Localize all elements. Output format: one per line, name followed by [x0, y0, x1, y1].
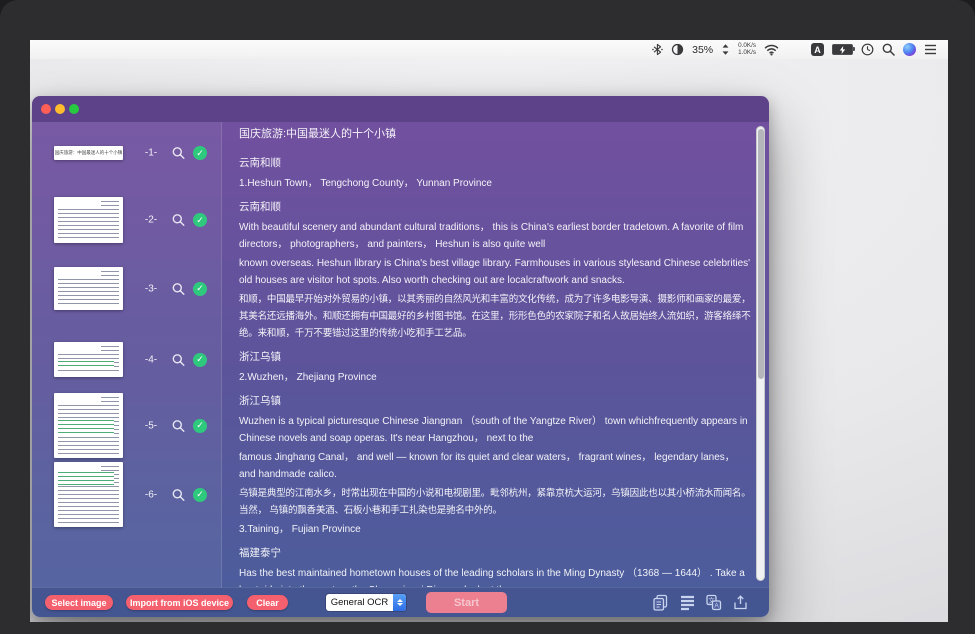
doc-paragraph: known overseas. Heshun library is China'… — [239, 255, 752, 289]
laptop-bezel: 35% 0.0K/s 1.0K/s A — [0, 0, 975, 634]
download-speed: 1.0K/s — [738, 50, 756, 57]
bluetooth-icon[interactable] — [652, 40, 663, 59]
minimize-window-button[interactable] — [55, 104, 65, 114]
battery-percent-label[interactable]: 35% — [692, 40, 713, 59]
copy-text-icon[interactable] — [651, 593, 670, 612]
menu-bar: 35% 0.0K/s 1.0K/s A — [30, 40, 948, 60]
select-stepper-icon — [393, 594, 406, 611]
window-body: 国庆旅游：中国最迷人的十个小镇-1-✓-2-✓-3-✓-4-✓-5-✓-6-✓ … — [32, 122, 769, 617]
wifi-icon[interactable] — [764, 40, 779, 59]
sidebar-page-row: -3- ✓ — [32, 267, 221, 310]
doc-heading: 浙江乌镇 — [239, 393, 752, 410]
sidebar-page-list: 国庆旅游：中国最迷人的十个小镇 -1- ✓ -2- ✓ -3- ✓ -4- ✓ -5- ✓ -6- ✓ — [32, 122, 222, 588]
close-window-button[interactable] — [41, 104, 51, 114]
vertical-scrollbar[interactable] — [756, 126, 765, 581]
page-thumbnail[interactable]: 国庆旅游：中国最迷人的十个小镇 — [54, 146, 123, 160]
sidebar-page-row: -6- ✓ — [32, 462, 221, 527]
magnifier-icon[interactable] — [172, 488, 185, 501]
ocr-success-check-icon: ✓ — [193, 282, 207, 296]
page-thumbnail[interactable] — [54, 393, 123, 458]
select-image-button[interactable]: Select image — [45, 595, 113, 610]
thumbnail-text-lines — [58, 201, 119, 239]
thumbnail-text-lines — [58, 346, 119, 373]
sidebar-page-row: -5- ✓ — [32, 393, 221, 458]
sidebar-page-row: -2- ✓ — [32, 197, 221, 243]
ocr-success-check-icon: ✓ — [193, 353, 207, 367]
ocr-text-view[interactable]: 国庆旅游:中国最迷人的十个小镇云南和顺 1.Heshun Town， Tengch… — [239, 122, 752, 587]
sidebar-page-row: 国庆旅游：中国最迷人的十个小镇 -1- ✓ — [32, 146, 221, 160]
magnifier-icon[interactable] — [172, 214, 185, 227]
doc-paragraph: famous Jinghang Canal， and well — known … — [239, 449, 752, 483]
doc-heading: 浙江乌镇 — [239, 349, 752, 366]
page-thumbnail[interactable] — [54, 462, 123, 527]
input-source-icon[interactable]: A — [811, 43, 824, 56]
svg-text:A: A — [714, 603, 719, 610]
doc-heading: 福建泰宁 — [239, 545, 752, 562]
ocr-app-window: 国庆旅游：中国最迷人的十个小镇-1-✓-2-✓-3-✓-4-✓-5-✓-6-✓ … — [32, 96, 769, 617]
magnifier-icon[interactable] — [172, 353, 185, 366]
page-thumbnail[interactable] — [54, 267, 123, 310]
doc-paragraph: 2.Wuzhen， Zhejiang Province — [239, 369, 752, 386]
battery-charging-icon[interactable] — [832, 44, 853, 56]
ocr-success-check-icon: ✓ — [193, 146, 207, 160]
start-button[interactable]: Start — [426, 592, 507, 613]
doc-paragraph: Wuzhen is a typical picturesque Chinese … — [239, 413, 752, 447]
siri-icon[interactable] — [903, 43, 916, 56]
doc-paragraph: With beautiful scenery and abundant cult… — [239, 219, 752, 253]
sidebar-page-row: -4- ✓ — [32, 342, 221, 377]
screen: 35% 0.0K/s 1.0K/s A — [30, 40, 948, 622]
bottom-toolbar: Select image Import from iOS device Clea… — [32, 587, 769, 617]
doc-heading: 云南和顺 — [239, 199, 752, 216]
text-list-icon[interactable] — [678, 593, 697, 612]
network-speed-readout[interactable]: 0.0K/s 1.0K/s — [738, 43, 756, 57]
progress-ring-icon[interactable] — [671, 40, 684, 59]
page-index-label: -2- — [138, 215, 164, 226]
page-index-label: -3- — [138, 283, 164, 294]
import-from-ios-button[interactable]: Import from iOS device — [126, 595, 233, 610]
page-index-label: -1- — [138, 148, 164, 159]
ocr-mode-value: General OCR — [326, 597, 393, 608]
doc-title: 国庆旅游:中国最迷人的十个小镇 — [239, 126, 752, 143]
doc-paragraph: 乌镇是典型的江南水乡，时常出现在中国的小说和电视剧里。毗邻杭州，紧靠京杭大运河，… — [239, 485, 752, 519]
doc-paragraph: Has the best maintained hometown houses … — [239, 565, 752, 587]
page-thumbnail[interactable] — [54, 197, 123, 243]
updown-arrows-icon — [721, 40, 730, 59]
doc-paragraph: 和顺，中国最早开始对外贸易的小镇，以其秀丽的自然风光和丰富的文化传统，成为了许多… — [239, 291, 752, 342]
thumbnail-text-lines — [58, 466, 119, 523]
menubar-spacer — [787, 49, 803, 50]
page-thumbnail[interactable] — [54, 342, 123, 377]
page-index-label: -4- — [138, 354, 164, 365]
ocr-success-check-icon: ✓ — [193, 419, 207, 433]
clock-icon[interactable] — [861, 40, 874, 59]
spotlight-search-icon[interactable] — [882, 40, 895, 59]
clear-button[interactable]: Clear — [247, 595, 288, 610]
scrollbar-thumb[interactable] — [758, 129, 764, 379]
ocr-success-check-icon: ✓ — [193, 488, 207, 502]
thumbnail-text-lines — [58, 397, 119, 454]
page-index-label: -5- — [138, 420, 164, 431]
notification-center-icon[interactable] — [924, 40, 937, 59]
zoom-window-button[interactable] — [69, 104, 79, 114]
page-index-label: -6- — [138, 489, 164, 500]
doc-paragraph: 1.Heshun Town， Tengchong County， Yunnan … — [239, 175, 752, 192]
doc-heading: 云南和顺 — [239, 155, 752, 172]
doc-paragraph: 3.Taining， Fujian Province — [239, 521, 752, 538]
magnifier-icon[interactable] — [172, 282, 185, 295]
magnifier-icon[interactable] — [172, 147, 185, 160]
export-upload-icon[interactable] — [731, 593, 750, 612]
thumbnail-text-lines — [58, 271, 119, 306]
magnifier-icon[interactable] — [172, 419, 185, 432]
ocr-success-check-icon: ✓ — [193, 213, 207, 227]
window-titlebar[interactable] — [32, 96, 769, 122]
ocr-mode-select[interactable]: General OCR — [326, 594, 406, 611]
translate-icon[interactable]: 文A — [704, 593, 723, 612]
